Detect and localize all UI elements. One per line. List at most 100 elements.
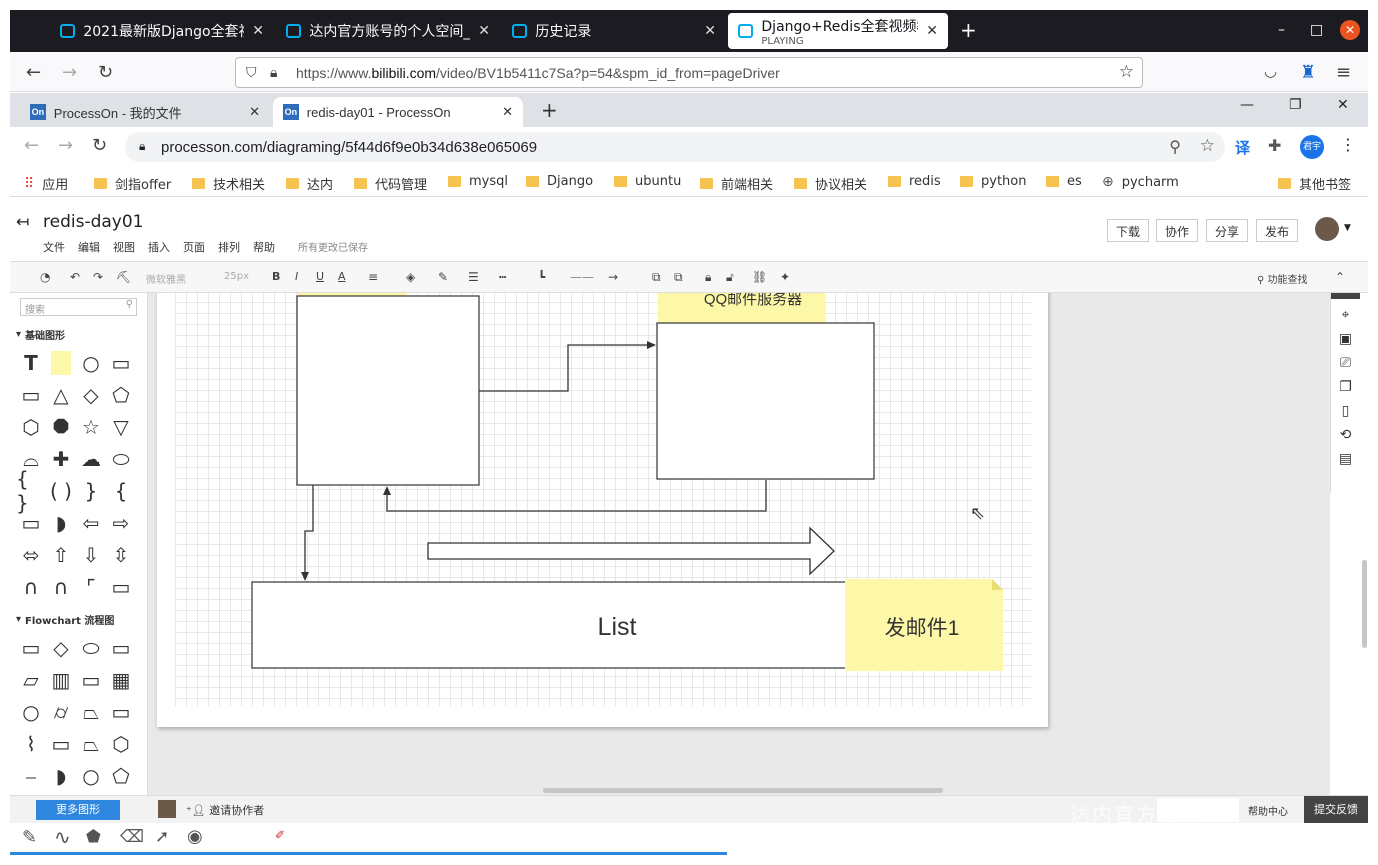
vertical-double-arrow-shape-icon[interactable]: ⇳: [106, 540, 136, 570]
chrome-tab-redis-day01[interactable]: On redis-day01 - ProcessOn ✕: [273, 97, 523, 127]
forward-icon[interactable]: →: [58, 135, 73, 156]
minimize-icon[interactable]: –: [1278, 22, 1285, 38]
menu-help[interactable]: 帮助: [253, 239, 275, 255]
bookmark-folder[interactable]: 代码管理: [354, 174, 427, 193]
database-shape-icon[interactable]: ⌭: [46, 697, 76, 727]
diamond-shape-icon[interactable]: ◇: [76, 380, 106, 410]
lock-icon[interactable]: 🔒︎: [705, 270, 711, 285]
shape-search-input[interactable]: 搜索 ⚲: [20, 298, 137, 316]
unlock-icon[interactable]: 🔓︎: [726, 270, 734, 285]
triangle-shape-icon[interactable]: △: [46, 380, 76, 410]
bring-front-icon[interactable]: ⧉: [652, 270, 661, 285]
chrome-omnibox[interactable]: 🔒︎ processon.com/diagraming/5f44d6f9e0b3…: [125, 132, 1225, 162]
pencil-icon[interactable]: ✎: [22, 827, 37, 848]
line-style-icon[interactable]: ┅: [499, 270, 506, 284]
page-icon[interactable]: ▯: [1342, 403, 1350, 419]
cross-shape-icon[interactable]: ✚: [46, 444, 76, 474]
line-color-icon[interactable]: ✎: [438, 270, 448, 284]
align-icon[interactable]: ≡: [368, 270, 378, 284]
decision-shape-icon[interactable]: ◇: [46, 633, 76, 663]
display-shape-icon[interactable]: ▭: [46, 729, 76, 759]
restore-icon[interactable]: ❐: [1289, 97, 1302, 113]
italic-icon[interactable]: I: [295, 270, 298, 283]
feedback-button[interactable]: 提交反馈: [1304, 796, 1368, 824]
publish-button[interactable]: 发布: [1256, 219, 1299, 242]
menu-insert[interactable]: 插入: [148, 239, 170, 255]
link-icon[interactable]: ⛓: [752, 270, 767, 284]
bracket-shape-icon[interactable]: ( ): [46, 476, 76, 506]
connector-circle-shape-icon[interactable]: ○: [16, 697, 46, 727]
right-arrow-shape-icon[interactable]: ⇨: [106, 508, 136, 538]
curve-icon[interactable]: ∿: [54, 825, 71, 849]
rounded-rect-shape-icon[interactable]: ▭: [16, 380, 46, 410]
brace-shape-icon[interactable]: { }: [16, 467, 46, 515]
stored-data-shape-icon[interactable]: ▭: [76, 665, 106, 695]
bookmark-folder[interactable]: Django: [526, 174, 593, 189]
diagram-canvas[interactable]: QQ邮件服务器 List 发邮件1 ⇖: [148, 293, 1330, 795]
redo-icon[interactable]: ↷: [93, 270, 103, 284]
bookmark-folder[interactable]: python: [960, 174, 1026, 189]
invite-collaborator[interactable]: ⁺👤︎ 邀请协作者: [186, 802, 264, 818]
zoom-icon[interactable]: ⚲: [1169, 137, 1181, 157]
lock-icon[interactable]: 🔒︎: [270, 64, 277, 81]
paint-brush-icon[interactable]: ⛏: [116, 270, 131, 284]
video-progress-bar[interactable]: [10, 852, 727, 855]
feature-search[interactable]: ⚲ 功能查找: [1257, 271, 1308, 286]
octagon-shape-icon[interactable]: ⯃: [46, 412, 76, 442]
pentagon-shape-icon[interactable]: ⬠: [106, 380, 136, 410]
back-icon[interactable]: ←: [26, 62, 41, 83]
download-button[interactable]: 下载: [1107, 219, 1150, 242]
bold-icon[interactable]: B: [272, 270, 280, 283]
highlighter-icon[interactable]: ⬟: [86, 827, 101, 847]
hexagon-shape-icon[interactable]: ⬡: [16, 412, 46, 442]
reload-icon[interactable]: ↻: [98, 62, 113, 83]
help-center-link[interactable]: 帮助中心: [1248, 803, 1288, 818]
bookmark-folder-other[interactable]: 其他书签: [1278, 174, 1351, 193]
shield-icon[interactable]: ⛉: [246, 64, 257, 81]
close-icon[interactable]: ✕: [478, 23, 490, 39]
new-tab-icon[interactable]: +: [960, 18, 977, 42]
arrow-style-icon[interactable]: →: [608, 270, 618, 284]
eraser-icon[interactable]: ⌫: [120, 827, 144, 847]
document-shape-icon[interactable]: ▭: [106, 633, 136, 663]
tag-shape-icon[interactable]: ◗: [46, 508, 76, 538]
section-flowchart[interactable]: ▾ Flowchart 流程图: [10, 606, 147, 633]
process-shape-icon[interactable]: ▭: [16, 633, 46, 663]
left-arrow-shape-icon[interactable]: ⇦: [76, 508, 106, 538]
manual-input-shape-icon[interactable]: ⏢: [76, 697, 106, 727]
font-size-select[interactable]: 25px: [224, 271, 249, 282]
back-arrow-icon[interactable]: ↤: [16, 212, 29, 231]
crosshair-icon[interactable]: ⌖: [1342, 307, 1350, 323]
up-arrow-shape-icon[interactable]: ⇧: [46, 540, 76, 570]
magic-wand-icon[interactable]: ✦: [780, 270, 790, 284]
prep-shape-icon[interactable]: ⬡: [106, 729, 136, 759]
horizontal-scrollbar[interactable]: [543, 788, 943, 793]
double-arrow-shape-icon[interactable]: ⬄: [16, 540, 46, 570]
section-basic-shapes[interactable]: ▾ 基础图形: [10, 321, 147, 348]
doc-title[interactable]: redis-day01: [43, 212, 143, 232]
connector-icon[interactable]: ┗: [538, 270, 545, 284]
bookmark-folder[interactable]: 协议相关: [794, 174, 867, 193]
pen-color-icon[interactable]: ✐: [275, 828, 285, 842]
menu-icon[interactable]: ≡: [1336, 62, 1351, 83]
down-arrow-shape-icon[interactable]: ⇩: [76, 540, 106, 570]
bookmark-apps[interactable]: ⠿ 应用: [24, 174, 68, 194]
font-color-icon[interactable]: A: [338, 270, 346, 283]
record-icon[interactable]: ◉: [187, 826, 203, 847]
note-shape-icon[interactable]: [46, 348, 76, 378]
manual-op-shape-icon[interactable]: ⏢: [76, 729, 106, 759]
pointer-icon[interactable]: ➚: [155, 827, 169, 847]
text-shape-icon[interactable]: T: [16, 348, 46, 378]
line-type-icon[interactable]: ——: [570, 270, 594, 284]
internal-storage-shape-icon[interactable]: ▦: [106, 665, 136, 695]
ellipse-shape-icon[interactable]: ⬭: [106, 444, 136, 474]
circle-shape-icon[interactable]: ○: [76, 348, 106, 378]
annotation-shape-icon[interactable]: ⎯: [16, 761, 46, 791]
user-avatar[interactable]: [1315, 217, 1339, 241]
star-shape-icon[interactable]: ☆: [76, 412, 106, 442]
delay-shape-icon[interactable]: ◗: [46, 761, 76, 791]
predefined-shape-icon[interactable]: ▥: [46, 665, 76, 695]
bookmark-folder[interactable]: 技术相关: [192, 174, 265, 193]
or-shape-icon[interactable]: ○: [76, 761, 106, 791]
menu-file[interactable]: 文件: [43, 239, 65, 255]
